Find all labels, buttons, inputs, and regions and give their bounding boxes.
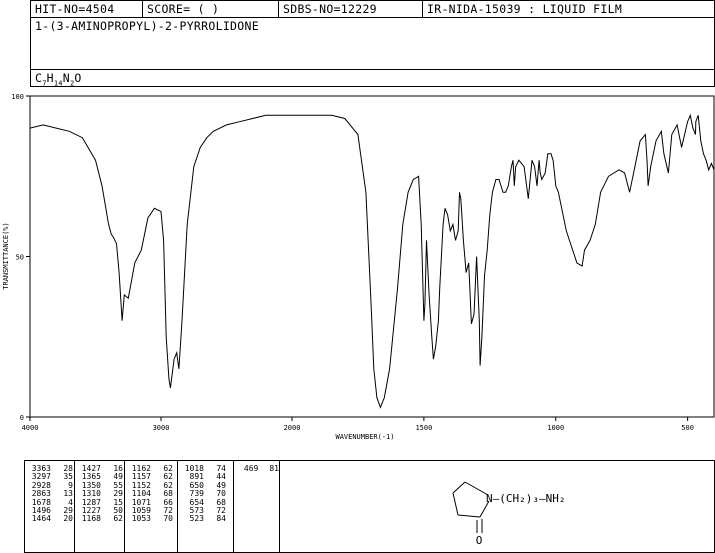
peak-row: 1053 70 <box>125 514 177 524</box>
peak-row: 1168 62 <box>75 514 124 524</box>
structure-drawing: O N—(CH₂)₃—NH₂ <box>452 481 565 547</box>
peak-row: 469 81 <box>234 464 279 473</box>
peak-column: 469 81 <box>234 461 280 552</box>
peak-wavenumber: 1464 <box>31 514 51 524</box>
peak-transmittance: 62 <box>113 514 123 524</box>
peak-wavenumber: 1168 <box>81 514 101 524</box>
x-tick-label: 500 <box>681 424 694 432</box>
x-tick-label: 2000 <box>284 424 301 432</box>
plot-frame <box>29 95 715 418</box>
peak-column: 3363 28 3297 35 2928 9 2863 13 1678 4 1496 29 1464 20 <box>25 461 75 552</box>
peak-transmittance: 81 <box>269 464 279 473</box>
y-tick-label: 0 <box>20 414 24 422</box>
peak-transmittance: 20 <box>63 514 73 524</box>
peak-column: 1018 74 891 44 650 49 739 70 654 68 573 72 523 84 <box>178 461 234 552</box>
peak-row: 1464 20 <box>25 514 74 524</box>
peak-row: 523 84 <box>178 514 233 524</box>
carbonyl-oxygen: O <box>476 534 483 547</box>
peak-wavenumber: 469 <box>243 464 259 473</box>
spectrum-line <box>29 113 715 409</box>
peak-wavenumber: 1053 <box>131 514 151 524</box>
y-tick-label: 50 <box>16 254 24 262</box>
y-tick-label: 100 <box>11 93 24 101</box>
peak-column: 1162 62 1157 62 1152 62 1104 68 1071 66 1059 72 1053… <box>125 461 178 552</box>
peak-transmittance: 70 <box>163 514 173 524</box>
x-tick-label: 1000 <box>547 424 564 432</box>
x-tick-label: 1500 <box>415 424 432 432</box>
ir-spectrum-chart: 4000 3000 2000 1500 1000 500 100500 WAVENUMBE… <box>2 93 715 441</box>
y-axis-label: TRANSMITTANCE(%) <box>2 222 10 289</box>
x-axis-label: WAVENUMBER(-1) <box>335 433 394 441</box>
side-chain-label: N—(CH₂)₃—NH₂ <box>486 492 565 505</box>
x-tick-label: 3000 <box>153 424 170 432</box>
peak-transmittance: 84 <box>216 514 226 524</box>
x-tick-label: 4000 <box>22 424 39 432</box>
pyrrolidone-ring <box>452 481 490 533</box>
peak-wavenumber: 523 <box>189 514 204 524</box>
peak-column: 1427 16 1365 49 1350 55 1310 29 1287 15 1227 50 1168… <box>75 461 125 552</box>
